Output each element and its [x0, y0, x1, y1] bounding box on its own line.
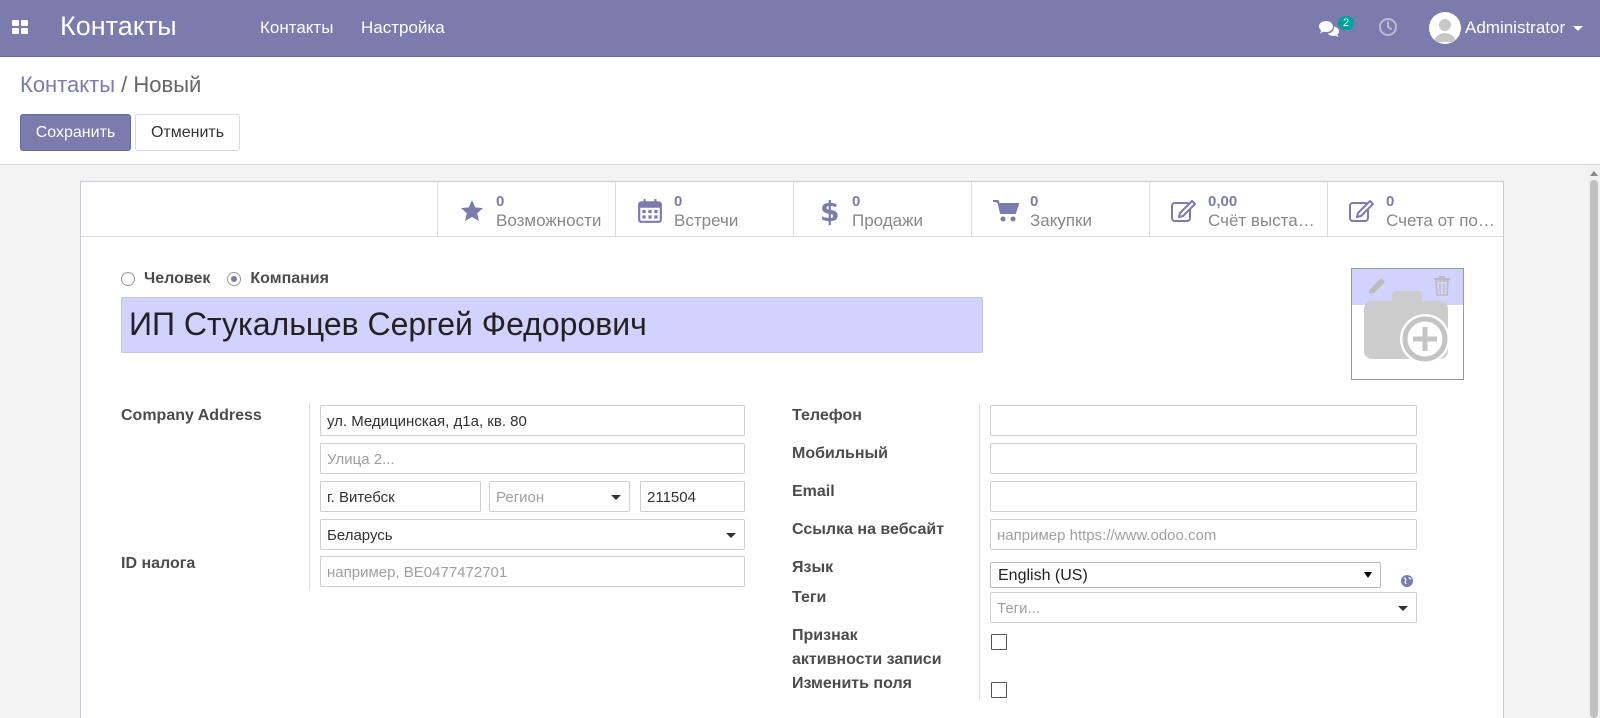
scrollbar-thumb[interactable] — [1590, 180, 1598, 718]
menu-item-contacts[interactable]: Контакты — [260, 18, 333, 38]
messages-count-badge: 2 — [1338, 16, 1355, 30]
edit-icon — [1170, 197, 1198, 225]
chevron-down-icon — [1573, 25, 1584, 31]
state-select-placeholder: Регион — [496, 489, 545, 506]
label-separator — [979, 404, 980, 700]
smart-button-value: 0 — [1386, 193, 1395, 210]
breadcrumb-separator: / — [121, 72, 128, 97]
purchases-smart-button[interactable]: 0 Закупки — [971, 182, 1149, 237]
messaging-button[interactable]: 2 — [1318, 16, 1355, 42]
user-name: Administrator — [1465, 18, 1566, 37]
calendar-icon — [636, 197, 664, 225]
country-select-value: Беларусь — [327, 527, 393, 544]
avatar — [1429, 12, 1461, 44]
person-radio[interactable] — [121, 272, 135, 286]
chat-icon — [1319, 21, 1339, 37]
tags-select-placeholder: Теги... — [997, 600, 1041, 617]
vat-label: ID налога — [121, 555, 196, 572]
sales-smart-button[interactable]: $ 0 Продажи — [793, 182, 971, 237]
breadcrumb-contacts-link[interactable]: Контакты — [20, 72, 115, 97]
user-menu[interactable]: Administrator — [1429, 11, 1584, 45]
smart-button-value: 0 — [674, 193, 683, 210]
vendor-bills-smart-button[interactable]: 0 Счета от по… — [1327, 182, 1503, 237]
smart-button-label: Счета от по… — [1386, 211, 1495, 230]
company-address-label: Company Address — [121, 407, 262, 424]
smart-button-value: 0 — [496, 193, 505, 210]
meetings-smart-button[interactable]: 0 Встречи — [615, 182, 793, 237]
website-label: Ссылка на вебсайт — [792, 521, 945, 538]
chevron-down-icon — [1398, 606, 1408, 611]
zip-input[interactable]: 211504 — [640, 481, 745, 512]
apps-menu-icon[interactable] — [12, 20, 28, 34]
app-title: Контакты — [60, 11, 177, 41]
tags-label: Теги — [792, 589, 827, 606]
smart-button-box: 0 Возможности 0 Встречи $ 0 Продажи 0 За… — [81, 182, 1503, 237]
control-panel: Контакты / Новый Сохранить Отменить — [0, 57, 1600, 165]
camera-plus-icon — [1364, 291, 1450, 364]
smart-button-label: Счёт выста… — [1208, 211, 1315, 230]
mobile-input[interactable] — [990, 443, 1417, 474]
menu-item-settings[interactable]: Настройка — [361, 18, 445, 38]
breadcrumb: Контакты / Новый — [20, 72, 201, 98]
edit-fields-checkbox[interactable] — [991, 682, 1007, 698]
company-radio[interactable] — [227, 272, 242, 286]
phone-input[interactable] — [990, 405, 1417, 436]
edit-icon — [1348, 197, 1376, 225]
image-upload[interactable] — [1351, 268, 1464, 380]
language-select[interactable]: English (US) — [990, 562, 1381, 588]
save-button[interactable]: Сохранить — [20, 114, 131, 151]
company-radio-label: Компания — [250, 270, 329, 287]
tags-select[interactable]: Теги... — [990, 592, 1417, 623]
active-label-line2: активности записи — [792, 651, 942, 668]
form-sheet: 0 Возможности 0 Встречи $ 0 Продажи 0 За… — [80, 181, 1504, 718]
scrollbar[interactable] — [1588, 166, 1600, 718]
globe-icon[interactable] — [1400, 574, 1414, 593]
vat-input[interactable]: например, BE0477472701 — [320, 556, 745, 587]
cart-icon — [992, 197, 1020, 225]
email-input[interactable] — [990, 481, 1417, 512]
label-separator — [309, 404, 310, 590]
language-label: Язык — [792, 559, 834, 576]
star-icon — [458, 197, 486, 225]
smart-button-label: Продажи — [852, 211, 923, 230]
state-select[interactable]: Регион — [489, 481, 630, 512]
smart-button-value: 0 — [1030, 193, 1039, 210]
smart-button-label: Встречи — [674, 211, 739, 230]
smart-button-value: 0,00 — [1208, 193, 1238, 210]
city-input[interactable]: г. Витебск — [320, 481, 481, 512]
breadcrumb-current: Новый — [133, 72, 202, 97]
dollar-icon: $ — [814, 196, 842, 226]
website-input[interactable]: например https://www.odoo.com — [990, 519, 1417, 550]
opportunities-smart-button[interactable]: 0 Возможности — [437, 182, 615, 237]
chevron-down-icon — [1364, 572, 1372, 578]
phone-label: Телефон — [792, 407, 862, 424]
street2-input[interactable]: Улица 2... — [320, 443, 745, 474]
chevron-down-icon — [611, 495, 621, 500]
discard-button[interactable]: Отменить — [135, 114, 240, 151]
name-input[interactable]: ИП Стукальцев Сергей Федорович — [121, 297, 983, 353]
edit-fields-label: Изменить поля — [792, 675, 912, 692]
street-input[interactable]: ул. Медицинская, д1а, кв. 80 — [320, 405, 745, 436]
email-label: Email — [792, 483, 835, 500]
svg-text:$: $ — [820, 196, 839, 226]
smart-button-value: 0 — [852, 193, 861, 210]
top-navbar: Контакты Контакты Настройка 2 Administra… — [0, 0, 1600, 57]
active-label: Признак — [792, 627, 858, 644]
country-select[interactable]: Беларусь — [320, 519, 745, 550]
invoiced-smart-button[interactable]: 0,00 Счёт выста… — [1149, 182, 1327, 237]
company-type-selector: Человек Компания — [121, 270, 329, 288]
smart-button-label: Закупки — [1030, 211, 1092, 230]
active-checkbox[interactable] — [991, 634, 1007, 650]
activity-button[interactable] — [1378, 17, 1398, 42]
scroll-up-arrow-icon[interactable] — [1590, 171, 1598, 176]
smart-button-label: Возможности — [496, 211, 602, 230]
chevron-down-icon — [726, 533, 736, 538]
language-select-value: English (US) — [998, 567, 1088, 584]
clock-icon — [1379, 18, 1397, 36]
mobile-label: Мобильный — [792, 445, 888, 462]
person-radio-label: Человек — [144, 270, 211, 287]
